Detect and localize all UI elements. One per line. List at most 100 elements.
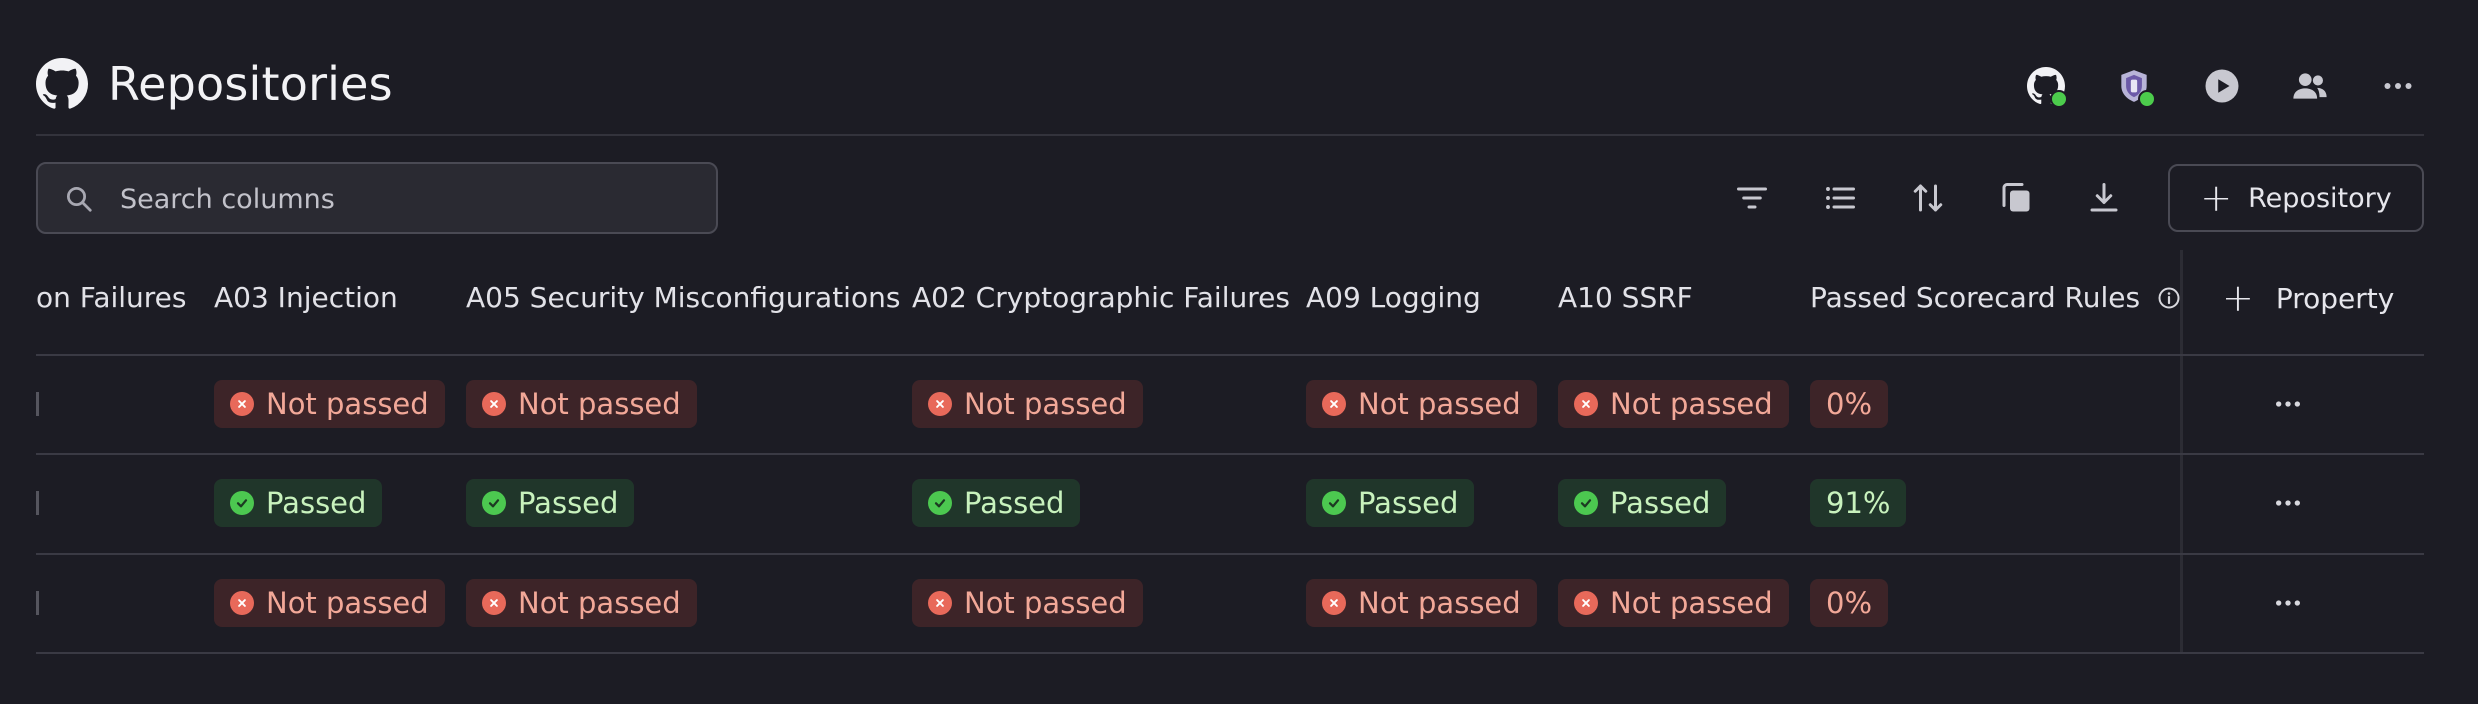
status-badge-not-passed: Not passed — [1306, 379, 1537, 428]
header-divider — [36, 134, 2424, 136]
github-icon — [36, 58, 88, 109]
x-circle-icon — [230, 590, 254, 615]
status-label: Not passed — [518, 386, 681, 421]
repositories-table: on Failures A03 Injection A05 Security M… — [36, 250, 2424, 656]
status-badge-passed: Passed — [1306, 478, 1475, 527]
column-header-label: Passed Scorecard Rules — [1810, 281, 2141, 314]
status-badge-passed: Passed — [466, 478, 635, 527]
filter-button[interactable] — [1728, 174, 1776, 222]
status-label: Passed — [964, 485, 1065, 520]
connected-status-dot — [2050, 90, 2068, 108]
status-label: Passed — [518, 485, 619, 520]
truncated-cell-marker — [36, 391, 39, 416]
search-input[interactable] — [118, 174, 682, 224]
add-repository-button[interactable]: + Repository — [2168, 164, 2424, 232]
info-icon[interactable] — [2157, 286, 2181, 310]
status-label: Not passed — [1610, 585, 1773, 620]
row-divider — [36, 354, 2424, 356]
x-circle-icon — [1322, 590, 1346, 615]
status-badge-not-passed: Not passed — [1306, 578, 1537, 627]
add-property-button[interactable]: + Property — [2222, 276, 2394, 320]
list-icon — [1826, 187, 1855, 209]
list-view-button[interactable] — [1816, 174, 1864, 222]
download-icon — [2090, 183, 2118, 212]
x-circle-icon — [1574, 391, 1598, 416]
check-circle-icon — [230, 490, 254, 515]
status-label: Not passed — [266, 585, 429, 620]
check-circle-icon — [482, 490, 506, 515]
row-actions-button[interactable] — [2268, 483, 2308, 523]
scorecard-percent-badge: 91% — [1810, 478, 1907, 527]
scorecard-integration-button[interactable] — [2108, 60, 2160, 112]
status-badge-not-passed: Not passed — [1558, 578, 1789, 627]
connected-status-dot — [2138, 90, 2156, 108]
status-label: Passed — [266, 485, 367, 520]
status-badge-not-passed: Not passed — [912, 578, 1143, 627]
status-badge-not-passed: Not passed — [1558, 379, 1789, 428]
x-circle-icon — [230, 391, 254, 416]
row-divider — [36, 453, 2424, 455]
status-badge-not-passed: Not passed — [214, 379, 445, 428]
row-divider — [36, 553, 2424, 555]
run-button[interactable] — [2196, 60, 2248, 112]
truncated-cell-marker — [36, 590, 39, 615]
more-horizontal-icon — [2276, 599, 2300, 606]
search-box[interactable] — [36, 162, 718, 234]
check-circle-icon — [1574, 490, 1598, 515]
status-badge-passed: Passed — [912, 478, 1081, 527]
status-badge-passed: Passed — [1558, 478, 1727, 527]
toolbar: + Repository — [36, 162, 2424, 234]
plus-icon: + — [2200, 176, 2233, 220]
column-header[interactable]: A03 Injection — [214, 278, 398, 318]
more-horizontal-icon — [2276, 499, 2300, 506]
sort-icon — [1913, 184, 1943, 212]
status-label: Not passed — [1358, 386, 1521, 421]
status-label: Not passed — [964, 386, 1127, 421]
scorecard-percent-badge: 0% — [1810, 379, 1889, 428]
check-circle-icon — [1322, 490, 1346, 515]
sort-button[interactable] — [1904, 174, 1952, 222]
status-badge-passed: Passed — [214, 478, 383, 527]
x-circle-icon — [1574, 590, 1598, 615]
add-property-label: Property — [2275, 281, 2395, 315]
status-badge-not-passed: Not passed — [466, 578, 697, 627]
filter-icon — [1737, 187, 1767, 209]
more-button[interactable] — [2372, 60, 2424, 112]
x-circle-icon — [928, 391, 952, 416]
team-button[interactable] — [2284, 60, 2336, 112]
duplicate-button[interactable] — [1992, 174, 2040, 222]
status-label: Not passed — [964, 585, 1127, 620]
row-actions-button[interactable] — [2268, 384, 2308, 424]
status-badge-not-passed: Not passed — [466, 379, 697, 428]
truncated-cell-marker — [36, 490, 39, 515]
row-divider — [36, 652, 2424, 654]
users-icon — [2293, 73, 2327, 99]
column-header[interactable]: A02 Cryptographic Failures — [912, 278, 1290, 318]
header-actions — [1984, 60, 2424, 112]
play-circle-icon — [2205, 69, 2239, 103]
row-actions-button[interactable] — [2268, 583, 2308, 623]
status-label: Not passed — [1358, 585, 1521, 620]
column-header-scorecard[interactable]: Passed Scorecard Rules — [1810, 278, 2181, 318]
x-circle-icon — [482, 391, 506, 416]
column-header[interactable]: on Failures — [36, 278, 187, 318]
status-label: Passed — [1358, 485, 1459, 520]
plus-icon: + — [2222, 276, 2254, 320]
more-horizontal-icon — [2384, 83, 2412, 89]
status-badge-not-passed: Not passed — [912, 379, 1143, 428]
page-header: Repositories — [36, 48, 2424, 118]
column-header[interactable]: A09 Logging — [1306, 278, 1481, 318]
download-button[interactable] — [2080, 174, 2128, 222]
more-horizontal-icon — [2276, 400, 2300, 407]
add-repository-label: Repository — [2248, 182, 2392, 214]
status-label: Not passed — [266, 386, 429, 421]
status-label: Passed — [1610, 485, 1711, 520]
column-header[interactable]: A05 Security Misconfigurations — [466, 278, 900, 318]
column-header[interactable]: A10 SSRF — [1558, 278, 1693, 318]
status-label: Not passed — [518, 585, 681, 620]
table-tools: + Repository — [1728, 162, 2424, 234]
check-circle-icon — [928, 490, 952, 515]
x-circle-icon — [928, 590, 952, 615]
github-integration-button[interactable] — [2020, 60, 2072, 112]
status-badge-not-passed: Not passed — [214, 578, 445, 627]
